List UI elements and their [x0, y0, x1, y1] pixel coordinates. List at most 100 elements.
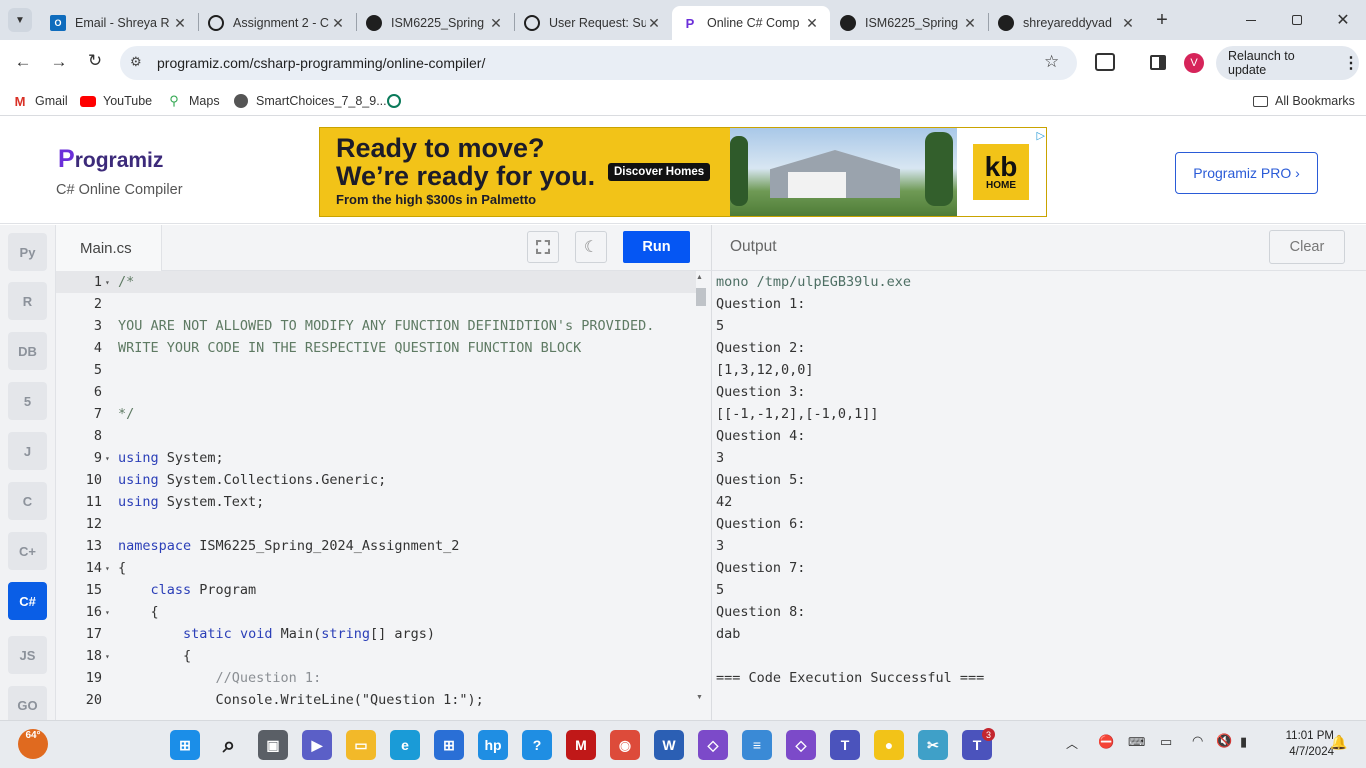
run-button[interactable]: Run: [623, 231, 690, 263]
close-tab-icon[interactable]: ✕: [804, 15, 820, 32]
extensions-icon[interactable]: [1095, 53, 1115, 71]
scroll-up-arrow[interactable]: ▲: [696, 274, 703, 281]
forward-button[interactable]: →: [48, 52, 70, 74]
close-tab-icon[interactable]: ✕: [172, 15, 188, 32]
word-icon[interactable]: W: [654, 730, 684, 760]
display-icon[interactable]: ▭: [1160, 734, 1172, 750]
bookmark-maps[interactable]: ⚲ Maps: [166, 91, 219, 111]
output-console[interactable]: mono /tmp/ulpEGB39lu.exe Question 1: 5 Ques…: [711, 271, 1366, 720]
code-line[interactable]: 14 ▾{: [56, 557, 696, 579]
tab-3[interactable]: ISM6225_Spring ✕: [356, 6, 514, 40]
code-line[interactable]: 19 //Question 1:: [56, 667, 696, 689]
fold-arrow-icon[interactable]: ▾: [102, 564, 118, 573]
code-line[interactable]: 13 namespace ISM6225_Spring_2024_Assignme…: [56, 535, 696, 557]
teams-icon[interactable]: T: [830, 730, 860, 760]
visual-studio-icon[interactable]: ◇: [698, 730, 728, 760]
tab-7[interactable]: shreyareddyvad ✕: [988, 6, 1146, 40]
language-button-r[interactable]: R: [8, 282, 47, 320]
close-window-button[interactable]: ✕: [1328, 10, 1358, 30]
notification-bell-icon[interactable]: 🔔: [1330, 734, 1347, 751]
battery-icon[interactable]: ▮: [1240, 734, 1247, 750]
hp-icon[interactable]: hp: [478, 730, 508, 760]
language-button-html5[interactable]: 5: [8, 382, 47, 420]
back-button[interactable]: ←: [12, 52, 34, 74]
windows-start-icon[interactable]: ⊞: [170, 730, 200, 760]
close-tab-icon[interactable]: ✕: [330, 15, 346, 32]
tab-4[interactable]: User Request: Su ✕: [514, 6, 672, 40]
code-line[interactable]: 9 ▾ using System;: [56, 447, 696, 469]
clear-button[interactable]: Clear: [1269, 230, 1345, 264]
code-line[interactable]: 10 using System.Collections.Generic;: [56, 469, 696, 491]
language-button-java[interactable]: J: [8, 432, 47, 470]
programiz-pro-button[interactable]: Programiz PRO ›: [1175, 152, 1318, 194]
snip-icon[interactable]: ✂: [918, 730, 948, 760]
vs-code-icon[interactable]: ◇: [786, 730, 816, 760]
code-line[interactable]: 1 ▾/*: [56, 271, 696, 293]
language-button-go[interactable]: GO: [8, 686, 47, 724]
code-line[interactable]: 20 Console.WriteLine("Question 1:");: [56, 689, 696, 711]
tab-6[interactable]: ISM6225_Spring ✕: [830, 6, 988, 40]
mcafee-icon[interactable]: M: [566, 730, 596, 760]
bookmark-youtube[interactable]: YouTube: [80, 91, 152, 111]
code-line[interactable]: 15 class Program: [56, 579, 696, 601]
code-line[interactable]: 8: [56, 425, 696, 447]
new-tab-button[interactable]: +: [1150, 8, 1174, 32]
fold-arrow-icon[interactable]: ▾: [102, 278, 118, 287]
bookmark-smartchoices-7-8-9[interactable]: SmartChoices_7_8_9...: [233, 91, 387, 111]
code-line[interactable]: 2: [56, 293, 696, 315]
avatar[interactable]: V: [1184, 53, 1204, 73]
duck-icon[interactable]: ●: [874, 730, 904, 760]
restore-button[interactable]: [1282, 10, 1312, 30]
tab-1[interactable]: O Email - Shreya R ✕: [40, 6, 198, 40]
code-line[interactable]: 18 ▾ {: [56, 645, 696, 667]
language-button-python[interactable]: Py: [8, 233, 47, 271]
help-icon[interactable]: ?: [522, 730, 552, 760]
fold-arrow-icon[interactable]: ▾: [102, 608, 118, 617]
keyboard-icon[interactable]: ⌨: [1128, 735, 1145, 749]
clock[interactable]: 11:01 PM 4/7/2024: [1262, 728, 1334, 760]
relaunch-button[interactable]: Relaunch to update ⋮: [1216, 46, 1359, 80]
reload-button[interactable]: ↻: [84, 51, 106, 73]
close-tab-icon[interactable]: ✕: [646, 15, 662, 32]
weather-widget[interactable]: 64°: [18, 729, 48, 759]
chrome-icon[interactable]: ◉: [610, 730, 640, 760]
show-hidden-icons[interactable]: ︿: [1066, 735, 1078, 752]
site-settings-icon[interactable]: ⚙: [130, 54, 142, 70]
code-line[interactable]: 7 */: [56, 403, 696, 425]
address-bar[interactable]: ⚙ programiz.com/csharp-programming/onlin…: [120, 46, 1077, 80]
close-tab-icon[interactable]: ✕: [962, 15, 978, 32]
notepad-icon[interactable]: ≡: [742, 730, 772, 760]
language-button-c[interactable]: C: [8, 482, 47, 520]
code-line[interactable]: 17 static void Main(string[] args): [56, 623, 696, 645]
code-line[interactable]: 5: [56, 359, 696, 381]
fold-arrow-icon[interactable]: ▾: [102, 652, 118, 661]
minimize-button[interactable]: [1236, 10, 1266, 30]
file-explorer-icon[interactable]: ▭: [346, 730, 376, 760]
search-icon[interactable]: ⌕: [214, 730, 244, 760]
programiz-logo[interactable]: P rogramiz: [58, 145, 163, 174]
code-line[interactable]: 16 ▾ {: [56, 601, 696, 623]
fold-arrow-icon[interactable]: ▾: [102, 454, 118, 463]
code-line[interactable]: 4 WRITE YOUR CODE IN THE RESPECTIVE QUEST…: [56, 337, 696, 359]
network-icon[interactable]: ⛔: [1098, 734, 1114, 750]
code-line[interactable]: 12: [56, 513, 696, 535]
all-bookmarks-button[interactable]: All Bookmarks: [1252, 91, 1355, 111]
bookmark-star-icon[interactable]: ☆: [1044, 52, 1059, 72]
task-view-icon[interactable]: ▣: [258, 730, 288, 760]
volume-muted-icon[interactable]: 🔇: [1216, 733, 1232, 749]
tab-5[interactable]: P Online C# Comp ✕: [672, 6, 830, 40]
fullscreen-button[interactable]: [527, 231, 559, 263]
language-button-sql[interactable]: DB: [8, 332, 47, 370]
close-tab-icon[interactable]: ✕: [488, 15, 504, 32]
edge-icon[interactable]: e: [390, 730, 420, 760]
code-editor[interactable]: 1 ▾/* 2 3 YOU ARE NOT ALLOWED TO MODIFY ANY …: [56, 271, 711, 720]
tab-search-button[interactable]: ▼: [8, 8, 32, 32]
language-button-cpp[interactable]: C+: [8, 532, 47, 570]
teams-meet-icon[interactable]: ▶: [302, 730, 332, 760]
close-tab-icon[interactable]: ✕: [1120, 15, 1136, 32]
bookmark-gmail[interactable]: M Gmail: [12, 91, 68, 111]
store-icon[interactable]: ⊞: [434, 730, 464, 760]
scroll-down-arrow[interactable]: ▼: [696, 694, 703, 701]
code-line[interactable]: 6: [56, 381, 696, 403]
adchoices-icon[interactable]: ▷: [1037, 129, 1045, 142]
